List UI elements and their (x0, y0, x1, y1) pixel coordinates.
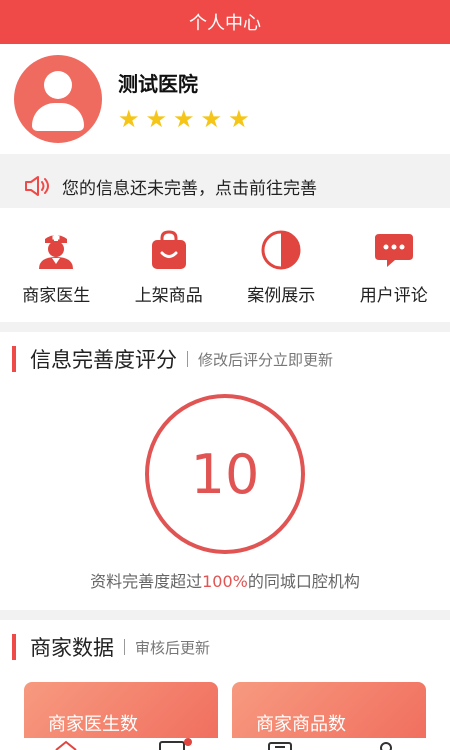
message-tab-icon[interactable] (158, 738, 192, 750)
avatar-body-shape (32, 103, 84, 131)
contrast-circle-icon (261, 230, 301, 269)
divider (124, 639, 125, 655)
score-ring: 10 (145, 394, 305, 554)
quick-action-label: 案例展示 (247, 285, 316, 306)
quick-action-label: 上架商品 (134, 285, 203, 306)
desc-prefix: 资料完善度超过 (90, 572, 203, 591)
rating-stars: ★ ★ ★ ★ ★ (118, 107, 250, 131)
card-label: 商家商品数 (256, 714, 346, 735)
profile-tab-icon[interactable] (372, 740, 400, 750)
star-icon: ★ (200, 104, 223, 133)
score-description: 资料完善度超过100%的同城口腔机构 (0, 554, 450, 610)
doctor-icon (39, 233, 74, 269)
comment-bubble-icon (374, 233, 413, 267)
section-accent-bar (12, 634, 16, 660)
page-title: 个人中心 (189, 13, 261, 34)
star-icon: ★ (173, 104, 195, 133)
profile-card[interactable]: 测试医院 ★ ★ ★ ★ ★ (0, 44, 450, 154)
desc-suffix: 的同城口腔机构 (247, 572, 360, 591)
hospital-name: 测试医院 (118, 71, 198, 96)
section-subtitle: 修改后评分立即更新 (198, 350, 334, 369)
desc-percent: 100% (202, 572, 248, 591)
home-tab-icon[interactable] (52, 740, 80, 750)
section-header: 商家数据 审核后更新 (0, 620, 450, 674)
score-section: 信息完善度评分 修改后评分立即更新 10 资料完善度超过100%的同城口腔机构 (0, 332, 450, 610)
section-title: 商家数据 (30, 636, 114, 660)
quick-actions: 商家医生 上架商品 案例展示 用户评论 (0, 208, 450, 322)
quick-action-case-showcase[interactable]: 案例展示 (231, 229, 331, 306)
section-accent-bar (12, 346, 16, 372)
orders-tab-icon[interactable] (266, 740, 294, 750)
quick-action-label: 用户评论 (359, 285, 428, 306)
divider (187, 351, 188, 367)
star-icon: ★ (118, 104, 140, 133)
quick-action-list-products[interactable]: 上架商品 (119, 229, 219, 306)
quick-action-user-reviews[interactable]: 用户评论 (344, 229, 444, 306)
section-header: 信息完善度评分 修改后评分立即更新 (0, 332, 450, 386)
avatar-head-shape (44, 71, 72, 99)
merchant-data-section: 商家数据 审核后更新 商家医生数 商家商品数 (0, 620, 450, 750)
section-subtitle: 审核后更新 (135, 638, 211, 657)
shopping-bag-icon (151, 229, 186, 269)
top-bar: 个人中心 (0, 0, 450, 44)
section-title: 信息完善度评分 (30, 348, 177, 372)
star-icon: ★ (228, 104, 250, 133)
quick-action-doctors[interactable]: 商家医生 (6, 229, 106, 306)
speaker-icon (25, 176, 49, 196)
profile-info: 测试医院 ★ ★ ★ ★ ★ (118, 68, 250, 131)
incomplete-info-notice[interactable]: 您的信息还未完善，点击前往完善 (0, 164, 450, 208)
quick-action-label: 商家医生 (22, 285, 91, 306)
star-icon: ★ (145, 104, 168, 133)
card-label: 商家医生数 (48, 714, 138, 735)
avatar[interactable] (14, 55, 102, 143)
score-value: 10 (190, 442, 260, 506)
notice-text: 您的信息还未完善，点击前往完善 (62, 178, 317, 199)
bottom-tab-bar (0, 738, 450, 750)
